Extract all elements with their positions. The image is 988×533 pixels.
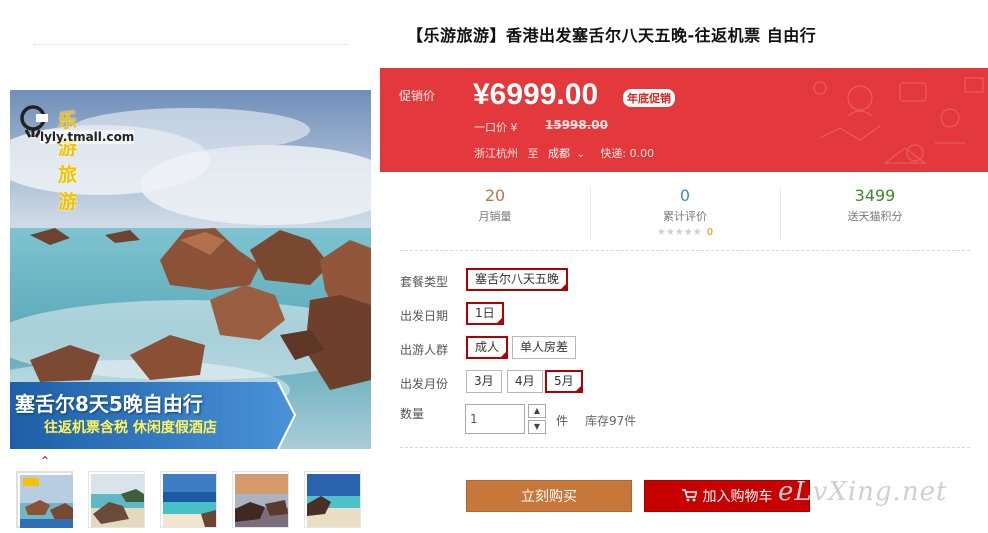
option-departure-date[interactable]: 1日 <box>466 302 504 326</box>
quantity-input[interactable]: 1 <box>465 404 525 434</box>
thumbnail[interactable] <box>232 471 289 528</box>
thumbnail[interactable] <box>88 471 145 528</box>
thumbnail[interactable] <box>16 471 73 528</box>
monthly-sales-value: 20 <box>484 186 506 205</box>
thumbnail-strip <box>16 471 366 531</box>
watermark: eLvXing.net <box>778 477 948 507</box>
divider <box>400 447 970 448</box>
points-label: 送天猫积分 <box>847 210 903 223</box>
promo-price: ¥6999.00 <box>473 78 599 111</box>
quantity-decrement-button[interactable]: ▼ <box>528 420 546 434</box>
product-info: 【乐游旅游】香港出发塞舌尔八天五晚-往返机票 自由行 促销价 ¥6999.00 … <box>380 0 988 533</box>
stat-points: 3499 送天猫积分 <box>780 179 970 224</box>
travelers-label: 出游人群 <box>400 343 449 357</box>
original-price-label: 一口价 ¥ <box>474 121 518 134</box>
banner-title: 塞舌尔8天5晚自由行 <box>15 392 203 416</box>
thumbnail[interactable] <box>304 471 361 528</box>
rating-stars: ★★★★★ <box>656 227 702 238</box>
departure-date-label: 出发日期 <box>400 309 449 323</box>
destination-select[interactable]: 成都 ⌄ <box>548 147 591 160</box>
chevron-down-icon: ⌄ <box>576 149 585 160</box>
divider <box>33 44 347 45</box>
option-package[interactable]: 塞舌尔八天五晚 <box>466 268 569 292</box>
thumbnail-image <box>163 474 216 527</box>
option-month-4[interactable]: 4月 <box>507 370 543 393</box>
cart-icon <box>681 489 698 502</box>
reviews-value: 0 <box>679 186 691 205</box>
route-to: 至 <box>527 147 539 160</box>
quantity-label: 数量 <box>400 407 425 421</box>
option-single-room-supplement[interactable]: 单人房差 <box>512 336 577 359</box>
quantity-unit: 件 <box>556 414 569 428</box>
stat-reviews[interactable]: 0 累计评价 ★★★★★ 0 <box>590 179 780 238</box>
package-label: 套餐类型 <box>400 275 449 289</box>
main-product-image[interactable]: 乐游旅游 lyly.tmall.com 塞舌尔8天5晚自由行 往返机票含税 休闲… <box>10 90 371 449</box>
chevron-up-icon[interactable]: ⌃ <box>40 454 50 468</box>
option-month-3[interactable]: 3月 <box>466 370 502 393</box>
reviews-label: 累计评价 <box>663 210 707 223</box>
product-title: 【乐游旅游】香港出发塞舌尔八天五晚-往返机票 自由行 <box>407 26 817 45</box>
monthly-sales-label: 月销量 <box>478 210 512 223</box>
brand-logo-text: 乐游旅游 <box>58 110 79 213</box>
chevron-down-icon: ▼ <box>533 422 541 431</box>
option-month-5[interactable]: 5月 <box>545 370 583 394</box>
rating-count: 0 <box>706 227 714 238</box>
brand-url: lyly.tmall.com <box>40 130 135 144</box>
promo-price-label: 促销价 <box>399 89 436 103</box>
banner-subtitle: 往返机票含税 休闲度假酒店 <box>44 420 217 436</box>
quantity-increment-button[interactable]: ▲ <box>528 404 546 418</box>
thumbnail-image <box>20 475 73 528</box>
stat-monthly-sales: 20 月销量 <box>400 179 590 224</box>
thumbnail-image <box>91 474 144 527</box>
original-price: 15998.00 <box>545 118 609 132</box>
add-to-cart-label: 加入购物车 <box>702 489 773 505</box>
rating-stars-icon: ★★★★★ 0 <box>590 227 780 238</box>
points-value: 3499 <box>854 186 896 205</box>
option-traveler-adult[interactable]: 成人 <box>466 336 509 360</box>
chevron-up-icon: ▲ <box>533 406 541 415</box>
shipping-route: 浙江杭州 至 成都 ⌄ 快递: 0.00 <box>474 145 660 161</box>
promo-pattern <box>813 77 984 164</box>
stock-count: 库存97件 <box>585 414 637 428</box>
thumbnail-image <box>235 474 288 527</box>
thumbnail[interactable] <box>160 471 217 528</box>
origin-city: 浙江杭州 <box>474 147 518 160</box>
product-gallery: 乐游旅游 lyly.tmall.com 塞舌尔8天5晚自由行 往返机票含税 休闲… <box>0 0 380 533</box>
shipping-fee: 快递: 0.00 <box>600 147 655 160</box>
stats-bar: 20 月销量 0 累计评价 ★★★★★ 0 3499 送天猫积分 <box>400 179 970 243</box>
promo-panel: 促销价 ¥6999.00 年底促销 一口价 ¥ 15998.00 浙江杭州 至 … <box>380 68 988 172</box>
thumbnail-image <box>307 474 360 527</box>
divider <box>400 250 970 251</box>
buy-now-button[interactable]: 立刻购买 <box>466 480 632 512</box>
destination-city: 成都 <box>548 147 570 160</box>
month-label: 出发月份 <box>400 377 449 391</box>
promo-badge: 年底促销 <box>623 89 675 107</box>
